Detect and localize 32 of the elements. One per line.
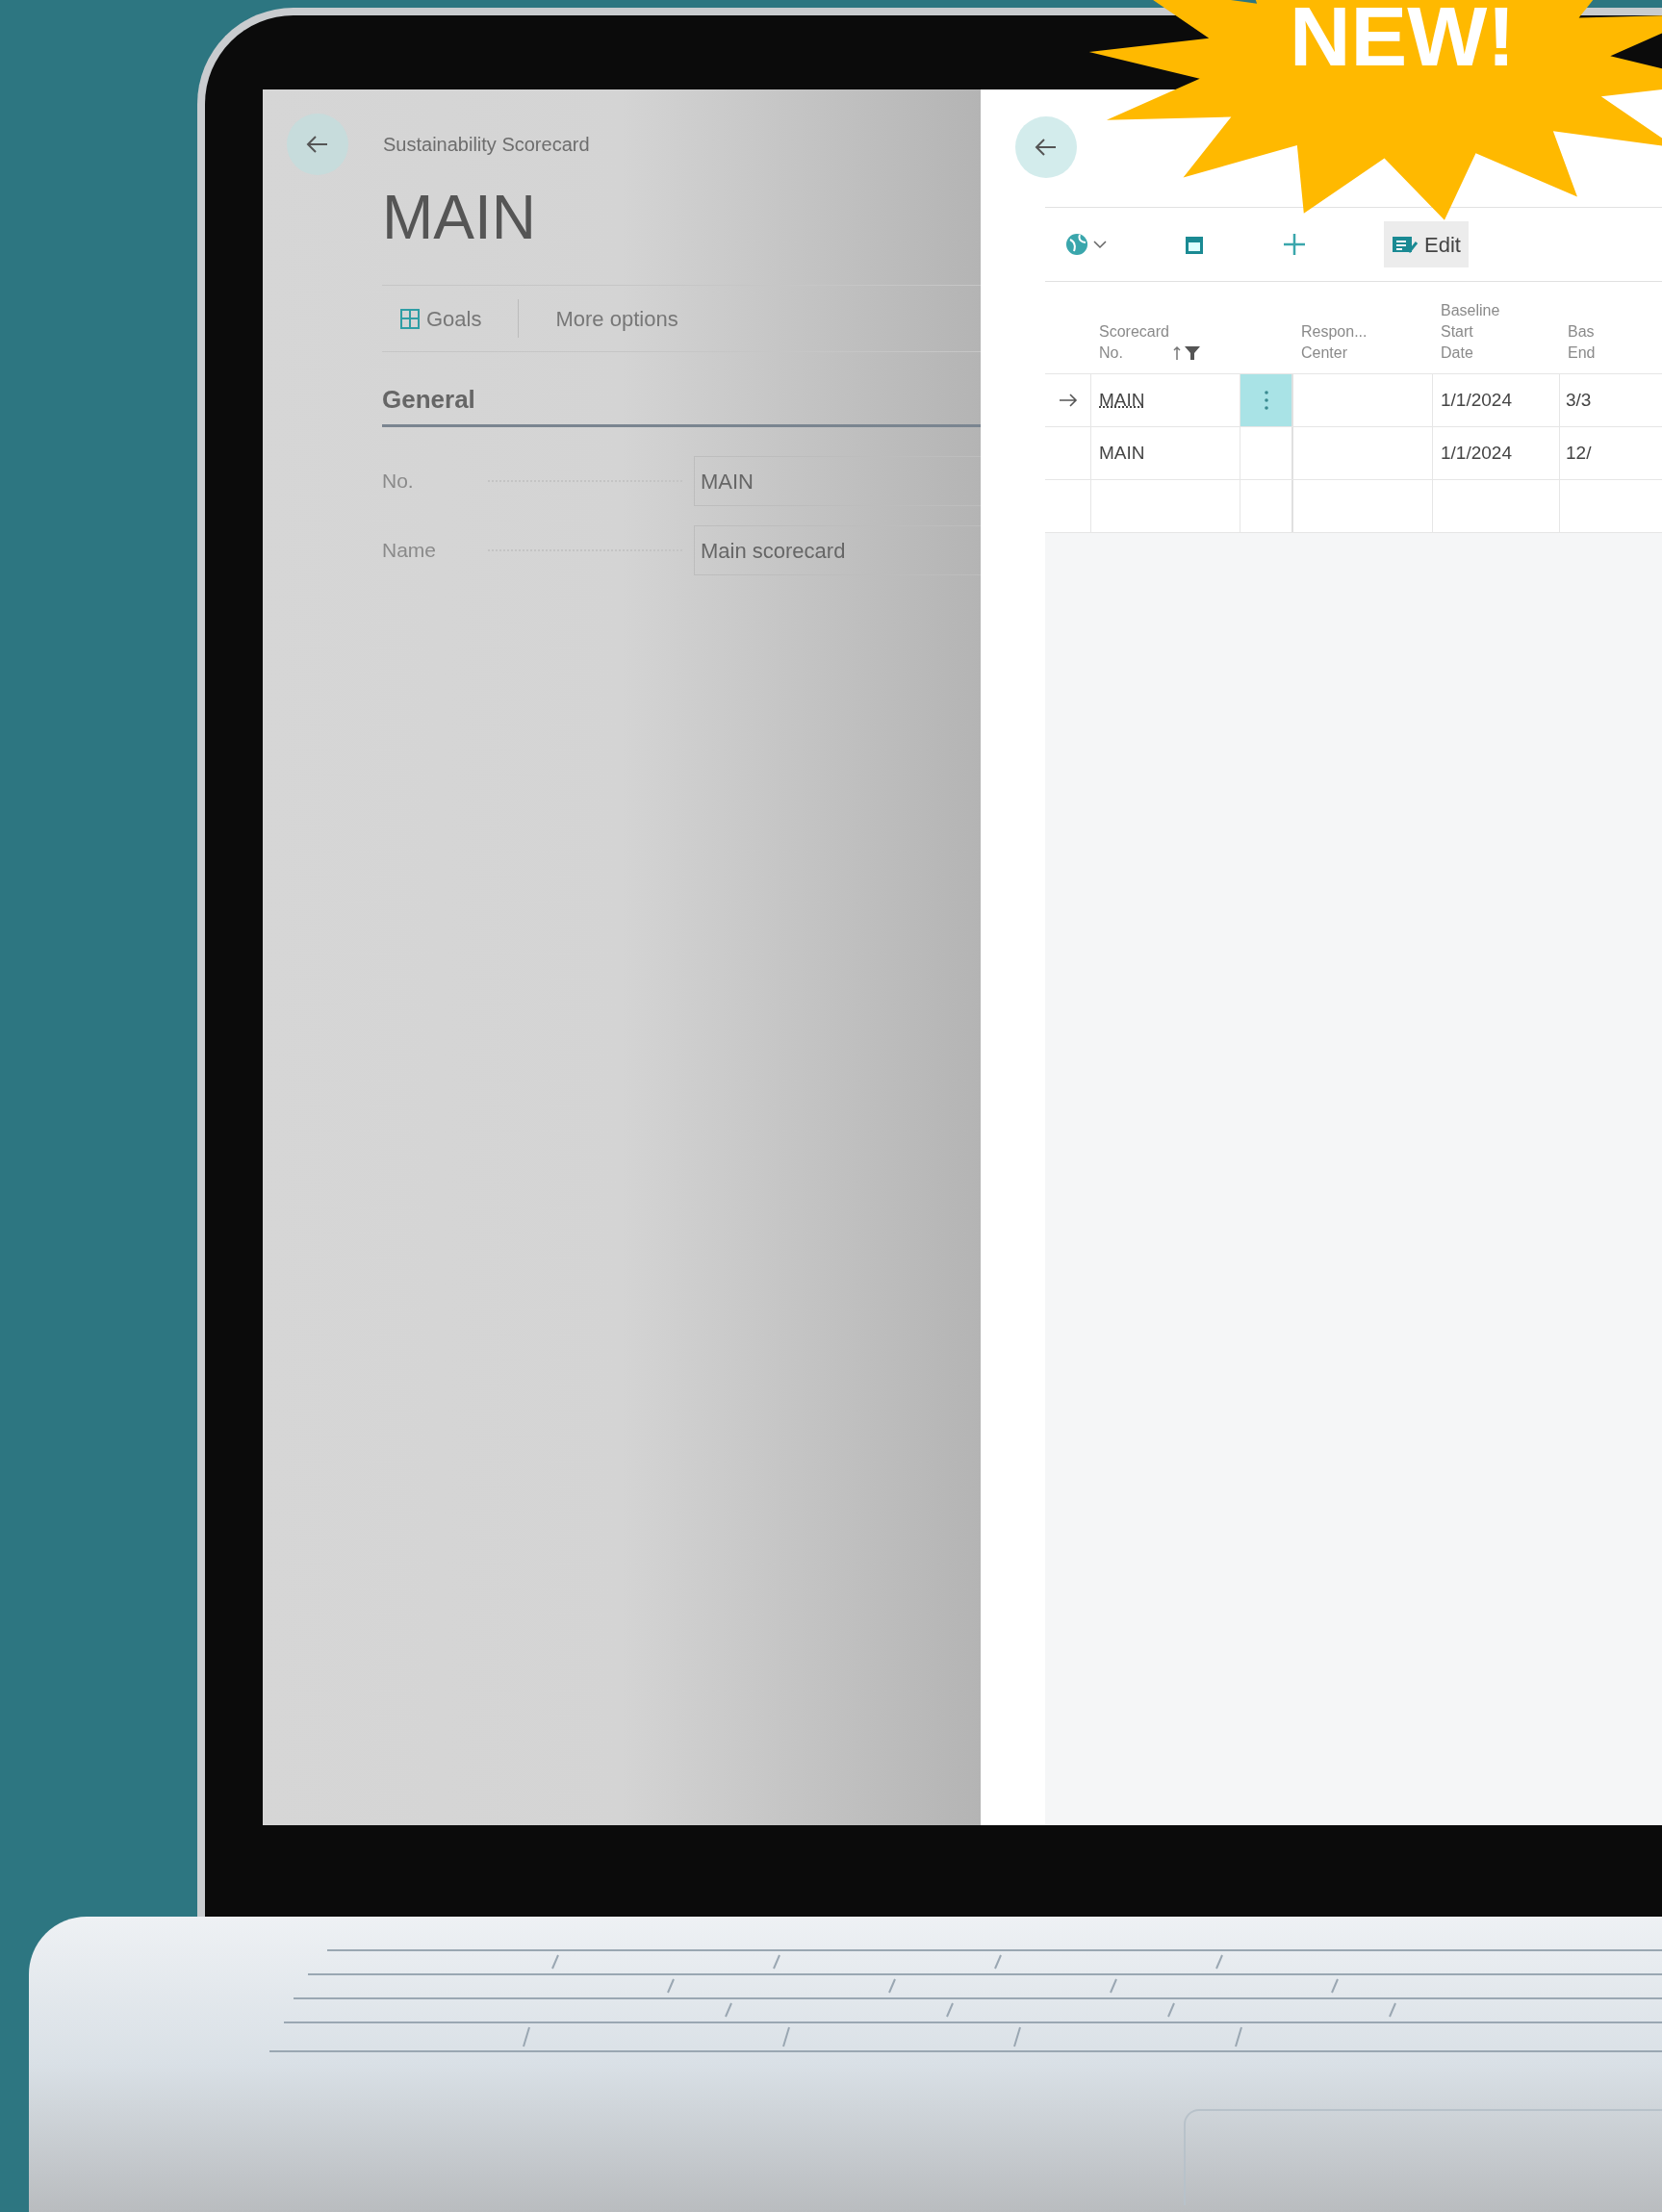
badge-text: NEW! bbox=[1290, 0, 1516, 79]
page-title: MAIN bbox=[382, 182, 537, 248]
table-cell-text: 1/1/2024 bbox=[1441, 388, 1512, 412]
back-arrow-icon bbox=[1035, 138, 1058, 157]
goals-icon bbox=[399, 307, 421, 330]
plus-icon[interactable] bbox=[1282, 232, 1307, 257]
globe-dropdown[interactable] bbox=[1064, 232, 1107, 257]
table-cell-text: 3/3 bbox=[1566, 388, 1592, 412]
breadcrumb: Sustainability Scorecard bbox=[383, 133, 590, 157]
input-field[interactable]: Main scorecard bbox=[694, 525, 981, 575]
column-header[interactable]: Bas End bbox=[1568, 321, 1596, 364]
toolbar-button[interactable]: Edit bbox=[1384, 221, 1469, 267]
row-menu-cell[interactable] bbox=[1240, 374, 1293, 426]
table-cell-text: MAIN bbox=[1099, 441, 1145, 465]
globe-icon bbox=[1064, 232, 1089, 257]
column-header[interactable]: Baseline Start Date bbox=[1441, 300, 1500, 364]
table-cell[interactable]: MAIN bbox=[1099, 386, 1145, 415]
table-cell-text: 1/1/2024 bbox=[1441, 441, 1512, 465]
section-header: General bbox=[382, 381, 981, 427]
row-arrow-icon bbox=[1058, 394, 1078, 407]
action-button[interactable]: More options bbox=[538, 302, 696, 335]
input-field[interactable]: MAIN bbox=[694, 456, 981, 506]
trackpad[interactable] bbox=[1184, 2109, 1662, 2205]
chevron-down-icon bbox=[1093, 240, 1107, 249]
table-cell-text: 12/ bbox=[1566, 441, 1592, 465]
field-label: No. bbox=[382, 469, 415, 495]
more-vertical-icon[interactable] bbox=[1263, 389, 1269, 412]
field-label: Name bbox=[382, 538, 438, 564]
column-header[interactable]: Respon... Center bbox=[1301, 321, 1368, 364]
back-arrow-icon bbox=[306, 135, 329, 154]
column-header[interactable]: Scorecard No. bbox=[1099, 321, 1169, 364]
action-button[interactable]: Goals bbox=[382, 302, 499, 335]
